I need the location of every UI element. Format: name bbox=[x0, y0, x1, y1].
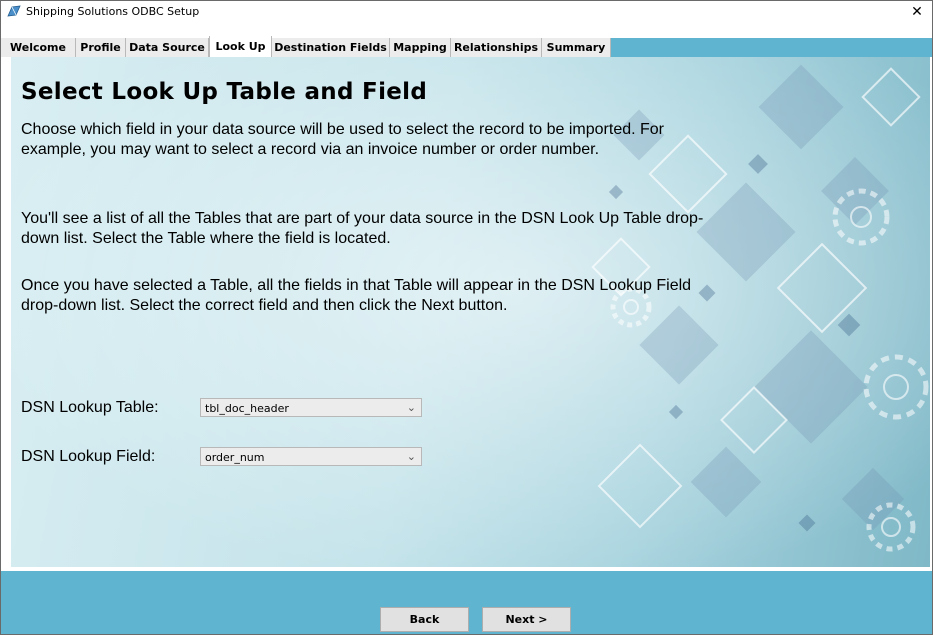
lookup-field-select[interactable]: order_num ⌄ bbox=[200, 447, 422, 466]
intro-paragraph: Choose which field in your data source w… bbox=[21, 121, 664, 158]
back-button[interactable]: Back bbox=[380, 607, 469, 632]
tab-relationships[interactable]: Relationships bbox=[451, 38, 542, 57]
lookup-field-value: order_num bbox=[205, 451, 265, 464]
tab-strip: Welcome Profile Data Source Look Up Dest… bbox=[1, 36, 932, 57]
tab-look-up[interactable]: Look Up bbox=[209, 36, 272, 57]
footer-bar: Back Next > bbox=[1, 571, 932, 634]
tables-paragraph: You'll see a list of all the Tables that… bbox=[21, 210, 704, 247]
close-icon[interactable]: ✕ bbox=[902, 1, 932, 21]
next-button[interactable]: Next > bbox=[482, 607, 571, 632]
page-heading: Select Look Up Table and Field bbox=[21, 79, 428, 105]
lookup-table-value: tbl_doc_header bbox=[205, 402, 289, 415]
title-bar: Shipping Solutions ODBC Setup ✕ bbox=[1, 1, 932, 21]
setup-window: Shipping Solutions ODBC Setup ✕ Welcome … bbox=[0, 0, 933, 635]
lookup-field-label: DSN Lookup Field: bbox=[21, 448, 156, 465]
tab-mapping[interactable]: Mapping bbox=[390, 38, 451, 57]
fields-paragraph: Once you have selected a Table, all the … bbox=[21, 277, 692, 314]
content-panel: Select Look Up Table and Field Choose wh… bbox=[11, 57, 930, 567]
app-icon bbox=[7, 5, 21, 17]
tab-destination-fields[interactable]: Destination Fields bbox=[272, 38, 390, 57]
lookup-table-select[interactable]: tbl_doc_header ⌄ bbox=[200, 398, 422, 417]
lookup-table-label: DSN Lookup Table: bbox=[21, 399, 159, 416]
chevron-down-icon: ⌄ bbox=[406, 402, 416, 414]
tab-profile[interactable]: Profile bbox=[76, 38, 126, 57]
tab-data-source[interactable]: Data Source bbox=[126, 38, 209, 57]
tab-summary[interactable]: Summary bbox=[542, 38, 611, 57]
tab-welcome[interactable]: Welcome bbox=[1, 38, 76, 57]
window-title: Shipping Solutions ODBC Setup bbox=[26, 5, 200, 18]
chevron-down-icon: ⌄ bbox=[406, 451, 416, 463]
